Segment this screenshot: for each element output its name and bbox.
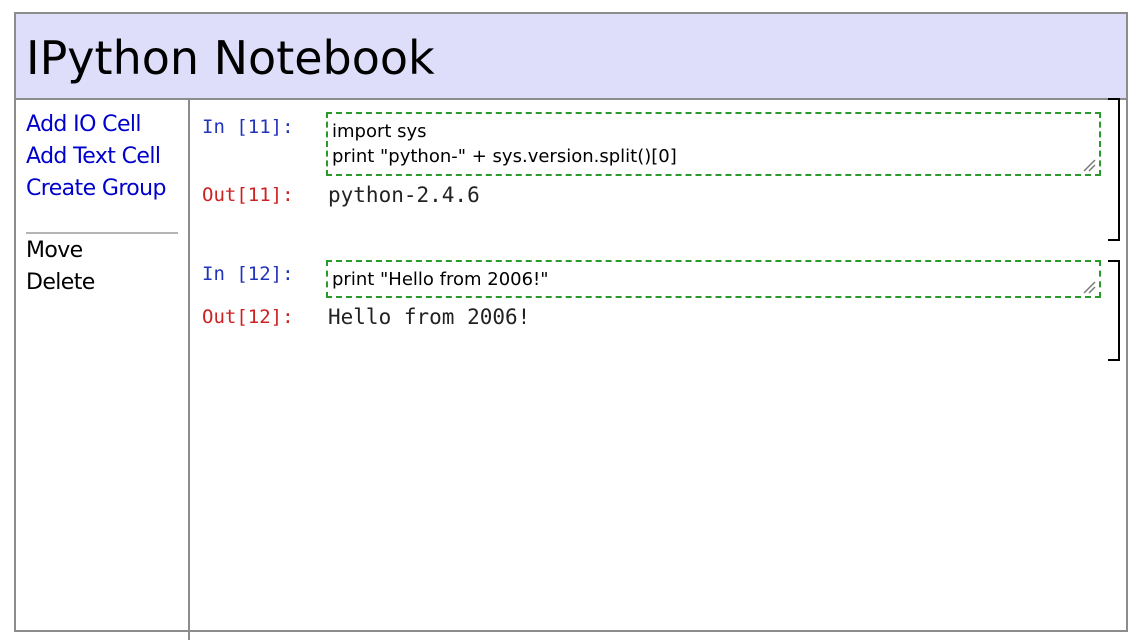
in-prompt: In [12]: xyxy=(202,263,294,285)
code-line: print "Hello from 2006!" xyxy=(332,269,549,290)
add-io-cell-link[interactable]: Add IO Cell xyxy=(26,110,142,140)
cell-bracket[interactable] xyxy=(1108,260,1120,361)
out-prompt: Out[11]: xyxy=(202,184,294,206)
notebook-window: IPython Notebook Add IO Cell Add Text Ce… xyxy=(14,12,1128,640)
cell-output: python-2.4.6 xyxy=(328,183,480,207)
cell-bracket[interactable] xyxy=(1108,98,1120,241)
cell-input[interactable]: import sys print "python-" + sys.version… xyxy=(326,112,1101,176)
create-group-link[interactable]: Create Group xyxy=(26,174,166,204)
add-text-cell-link[interactable]: Add Text Cell xyxy=(26,142,161,172)
out-prompt: Out[12]: xyxy=(202,306,294,328)
cell-input[interactable]: print "Hello from 2006!" xyxy=(326,260,1101,298)
sidebar: Add IO Cell Add Text Cell Create Group M… xyxy=(16,100,190,640)
sidebar-divider xyxy=(26,232,178,234)
move-action[interactable]: Move xyxy=(26,236,83,266)
in-prompt: In [11]: xyxy=(202,116,294,138)
delete-action[interactable]: Delete xyxy=(26,268,95,298)
page-title: IPython Notebook xyxy=(26,31,435,85)
cell-output: Hello from 2006! xyxy=(328,305,531,329)
resize-grip-icon[interactable] xyxy=(1082,280,1096,294)
code-line: import sys xyxy=(332,121,427,142)
header-bar: IPython Notebook xyxy=(16,14,1126,100)
code-line: print "python-" + sys.version.split()[0] xyxy=(332,146,677,167)
resize-grip-icon[interactable] xyxy=(1082,158,1096,172)
